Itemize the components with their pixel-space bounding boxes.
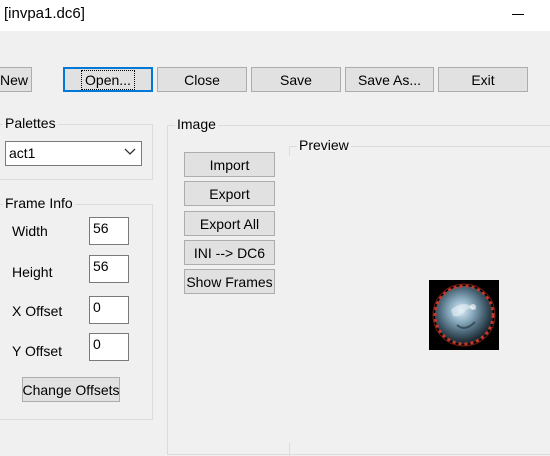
width-label: Width: [12, 223, 48, 239]
change-offsets-button[interactable]: Change Offsets: [22, 377, 120, 402]
palette-select[interactable]: act1: [5, 141, 142, 166]
save-as-button-label: Save As...: [357, 71, 422, 88]
exit-button-label: Exit: [471, 71, 495, 88]
palette-select-value: act1: [9, 145, 36, 161]
width-value: 56: [93, 220, 109, 236]
minimize-icon: [512, 14, 524, 15]
exit-button[interactable]: Exit: [438, 67, 528, 92]
show-frames-button-label: Show Frames: [186, 273, 273, 290]
width-field[interactable]: 56: [89, 217, 129, 245]
save-button-label: Save: [280, 71, 312, 88]
import-button-label: Import: [209, 156, 250, 173]
ini-to-dc6-button-label: INI --> DC6: [193, 244, 266, 261]
image-group-label: Image: [175, 116, 218, 132]
open-button[interactable]: Open...: [63, 67, 153, 92]
save-as-button[interactable]: Save As...: [345, 67, 434, 92]
frame-info-group-label: Frame Info: [3, 195, 75, 211]
x-offset-value: 0: [93, 299, 101, 315]
window-title: [invpa1.dc6]: [4, 5, 85, 22]
x-offset-label: X Offset: [12, 303, 63, 319]
save-button[interactable]: Save: [251, 67, 341, 92]
open-button-label: Open...: [81, 69, 135, 90]
close-button[interactable]: Close: [157, 67, 247, 92]
preview-canvas: [289, 156, 550, 443]
new-button-label: New: [0, 71, 28, 88]
export-all-button[interactable]: Export All: [184, 211, 275, 236]
y-offset-value: 0: [93, 336, 101, 352]
import-button[interactable]: Import: [184, 152, 275, 177]
height-label: Height: [12, 264, 53, 280]
title-bar: [invpa1.dc6]: [0, 0, 550, 31]
export-all-button-label: Export All: [199, 215, 260, 232]
new-button[interactable]: New: [0, 67, 32, 92]
export-button[interactable]: Export: [184, 181, 275, 206]
chevron-down-icon: [124, 148, 136, 155]
amulet-preview-image: [429, 280, 499, 350]
close-button-label: Close: [184, 71, 220, 88]
ini-to-dc6-button[interactable]: INI --> DC6: [184, 240, 275, 265]
palettes-group-label: Palettes: [3, 115, 58, 131]
height-field[interactable]: 56: [89, 255, 129, 283]
preview-group-label: Preview: [297, 137, 351, 153]
change-offsets-label: Change Offsets: [22, 381, 120, 398]
height-value: 56: [93, 258, 109, 274]
export-button-label: Export: [209, 185, 250, 202]
y-offset-label: Y Offset: [12, 343, 63, 359]
show-frames-button[interactable]: Show Frames: [184, 269, 275, 294]
minimize-button[interactable]: [500, 0, 540, 31]
y-offset-field[interactable]: 0: [89, 333, 129, 361]
x-offset-field[interactable]: 0: [89, 296, 129, 324]
